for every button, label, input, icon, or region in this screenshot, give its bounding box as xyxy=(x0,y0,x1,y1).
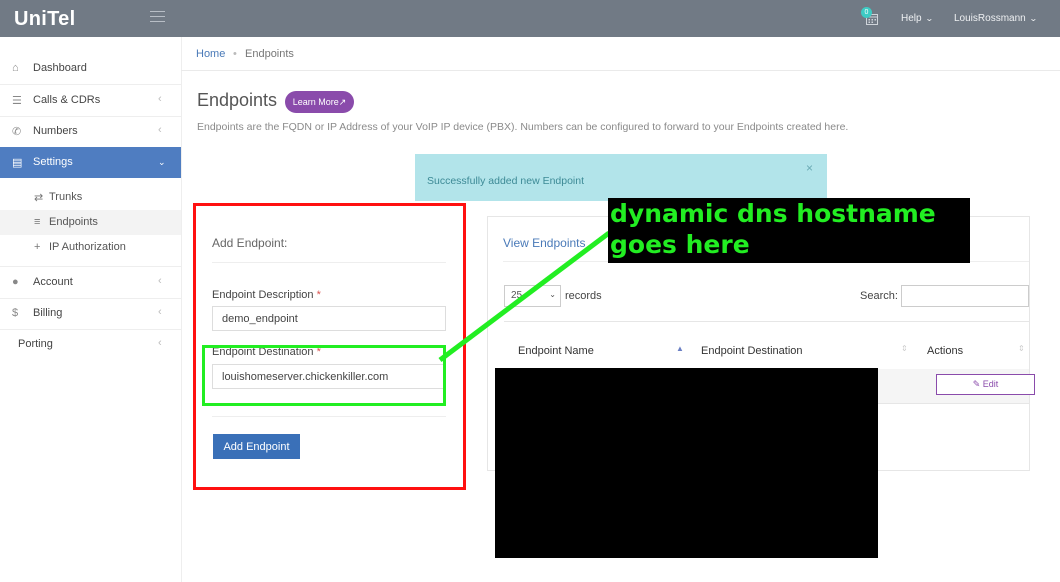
sidebar-item-label: Account xyxy=(33,276,73,288)
alert-message: Successfully added new Endpoint xyxy=(427,175,585,187)
sidebar-subitem-label: Endpoints xyxy=(49,216,98,228)
sidebar-item-account[interactable]: ● Account ‹ xyxy=(0,266,181,299)
user-menu[interactable]: LouisRossmann ⌄ xyxy=(954,13,1038,24)
breadcrumb-separator: • xyxy=(233,48,237,60)
home-icon: ⌂ xyxy=(12,62,19,74)
chevron-down-icon: ⌄ xyxy=(924,14,934,23)
success-alert: Successfully added new Endpoint × xyxy=(415,154,827,201)
breadcrumb-home-link[interactable]: Home xyxy=(196,48,225,60)
view-endpoints-title: View Endpoints xyxy=(503,236,586,250)
learn-more-label: Learn More xyxy=(292,97,339,107)
plus-icon: + xyxy=(34,241,41,253)
sidebar-subitem-label: Trunks xyxy=(49,191,83,203)
sidebar-subitem-label: IP Authorization xyxy=(49,241,126,253)
chevron-down-icon: ⌄ xyxy=(1028,14,1038,23)
sidebar-item-label: Settings xyxy=(33,156,73,168)
dollar-icon: $ xyxy=(12,307,19,319)
chevron-left-icon: ‹ xyxy=(158,337,162,349)
sidebar-item-label: Dashboard xyxy=(33,62,87,74)
top-navbar: UniTel 0 Help ⌄ LouisRossmann ⌄ xyxy=(0,0,1060,37)
brand-logo[interactable]: UniTel xyxy=(14,8,75,31)
sort-asc-icon[interactable]: ▲ xyxy=(676,344,684,353)
settings-icon: ▤ xyxy=(12,157,23,169)
close-icon[interactable]: × xyxy=(806,161,813,175)
external-link-icon: ↗ xyxy=(338,97,347,107)
search-label: Search: xyxy=(860,290,898,302)
phone-icon: ✆ xyxy=(12,126,22,138)
breadcrumb: Home • Endpoints xyxy=(181,37,1060,71)
records-label: records xyxy=(565,290,602,302)
learn-more-button[interactable]: Learn More↗ xyxy=(285,91,354,113)
chevron-left-icon: ‹ xyxy=(158,306,162,318)
redaction-block xyxy=(495,368,878,558)
sidebar-item-numbers[interactable]: ✆ Numbers ‹ xyxy=(0,116,181,148)
page-length-select[interactable]: 25 ⌄ xyxy=(504,285,561,307)
chevron-left-icon: ‹ xyxy=(158,124,162,136)
chevron-down-icon: ⌄ xyxy=(549,290,556,299)
sidebar-item-calls[interactable]: ☰ Calls & CDRs ‹ xyxy=(0,85,181,117)
column-header-actions: Actions xyxy=(927,345,964,357)
sidebar-item-label: Billing xyxy=(33,307,63,319)
menu-toggle-icon[interactable] xyxy=(150,11,165,23)
search-input[interactable] xyxy=(901,285,1029,307)
sidebar-item-billing[interactable]: $ Billing ‹ xyxy=(0,298,181,330)
list-icon: ☰ xyxy=(12,95,22,107)
sidebar-subitem-trunks[interactable]: ⇄ Trunks xyxy=(0,185,181,210)
sort-icon[interactable]: ⇕ xyxy=(1018,344,1025,353)
annotation-label: dynamic dns hostname goes here xyxy=(608,198,970,263)
help-label: Help xyxy=(901,13,922,24)
edit-icon: ✎ xyxy=(972,379,981,389)
column-header-endpoint-name[interactable]: Endpoint Name xyxy=(518,345,594,357)
arrows-icon: ⇄ xyxy=(34,192,44,204)
chevron-left-icon: ‹ xyxy=(158,93,162,105)
user-icon: ● xyxy=(12,276,19,288)
sidebar-item-label: Numbers xyxy=(33,125,78,137)
sidebar-item-porting[interactable]: Porting ‹ xyxy=(0,329,181,360)
edit-button[interactable]: ✎ Edit xyxy=(936,374,1035,395)
table-header: Endpoint Name ▲ Endpoint Destination ⇕ A… xyxy=(504,321,1029,371)
sidebar-item-dashboard[interactable]: ⌂ Dashboard xyxy=(0,53,181,85)
column-header-endpoint-destination[interactable]: Endpoint Destination xyxy=(701,345,803,357)
help-menu[interactable]: Help ⌄ xyxy=(901,13,934,24)
sidebar-item-settings[interactable]: ▤ Settings ⌄ xyxy=(0,147,181,178)
sidebar-item-label: Porting xyxy=(18,338,53,350)
page-length-value: 25 xyxy=(511,290,523,301)
sort-icon[interactable]: ⇕ xyxy=(901,344,908,353)
edit-label: Edit xyxy=(982,379,999,389)
highlight-box-green xyxy=(202,345,446,406)
sidebar-item-label: Calls & CDRs xyxy=(33,94,101,106)
chevron-down-icon: ⌄ xyxy=(158,157,166,167)
sidebar-subitem-endpoints[interactable]: ≡ Endpoints xyxy=(0,210,181,235)
chevron-left-icon: ‹ xyxy=(158,275,162,287)
notification-badge: 0 xyxy=(861,7,872,18)
list-icon: ≡ xyxy=(34,216,41,228)
sidebar: ⌂ Dashboard ☰ Calls & CDRs ‹ ✆ Numbers ‹… xyxy=(0,37,182,582)
breadcrumb-current: Endpoints xyxy=(245,48,294,60)
sidebar-subitem-ip-authorization[interactable]: + IP Authorization xyxy=(0,235,181,260)
page-title: Endpoints xyxy=(197,90,278,110)
user-name: LouisRossmann xyxy=(954,13,1026,24)
notification-button[interactable]: 0 xyxy=(861,7,879,27)
page-description: Endpoints are the FQDN or IP Address of … xyxy=(197,121,849,133)
